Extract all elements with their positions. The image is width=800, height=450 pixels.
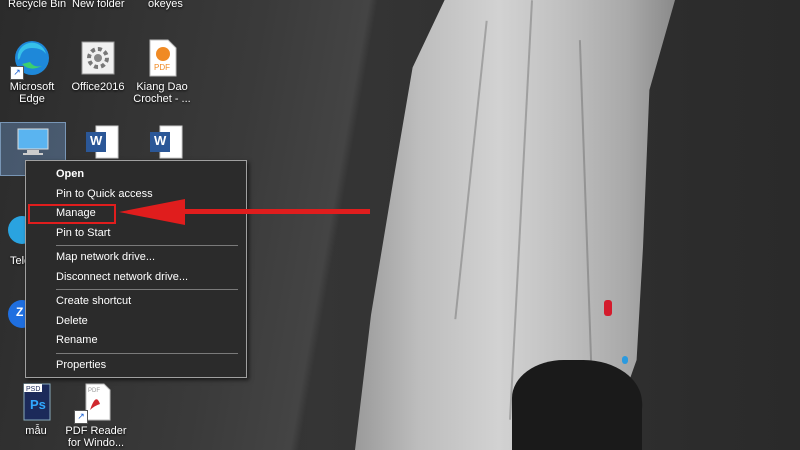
new-folder-label[interactable]: New folder bbox=[72, 0, 125, 10]
recycle-bin-label[interactable]: Recycle Bin bbox=[8, 0, 66, 10]
shortcut-arrow-icon: ↗ bbox=[10, 66, 24, 80]
word-glyph: W bbox=[154, 133, 167, 148]
menu-separator bbox=[56, 352, 238, 354]
desktop-icon-edge[interactable]: ↗ Microsoft Edge bbox=[0, 38, 64, 105]
menu-separator bbox=[56, 245, 238, 246]
pdf-reader-badge: PDF bbox=[88, 388, 100, 394]
icon-label: Kiang Dao Crochet - ... bbox=[133, 81, 191, 105]
menu-item-disconnect-network-drive[interactable]: Disconnect network drive... bbox=[26, 268, 246, 288]
menu-item-map-network-drive[interactable]: Map network drive... bbox=[26, 248, 246, 268]
gear-icon bbox=[78, 38, 118, 78]
word-document-icon: W bbox=[82, 122, 122, 162]
menu-item-create-shortcut[interactable]: Create shortcut bbox=[26, 292, 246, 312]
desktop-icon-psd[interactable]: PSD Ps mẫu bbox=[4, 382, 68, 437]
pdf-file-icon: PDF bbox=[142, 38, 182, 78]
zalo-glyph: Z bbox=[16, 305, 24, 319]
menu-item-rename[interactable]: Rename bbox=[26, 331, 246, 351]
climber-blue bbox=[622, 356, 628, 364]
icon-label: Microsoft Edge bbox=[9, 81, 55, 105]
computer-icon bbox=[13, 123, 53, 163]
menu-item-delete[interactable]: Delete bbox=[26, 312, 246, 332]
menu-item-manage[interactable]: Manage bbox=[28, 204, 116, 224]
desktop-icon-word-2[interactable]: W bbox=[134, 122, 198, 165]
edge-icon: ↗ bbox=[10, 38, 52, 80]
shortcut-arrow-icon: ↗ bbox=[74, 410, 88, 424]
desktop-icon-office[interactable]: Office2016 bbox=[66, 38, 130, 93]
photoshop-icon: PSD Ps bbox=[16, 382, 56, 422]
pdf-reader-icon: PDF ↗ bbox=[74, 382, 116, 424]
menu-item-properties[interactable]: Properties bbox=[26, 356, 246, 376]
icon-label: mẫu bbox=[25, 425, 47, 437]
psd-label: PSD bbox=[26, 386, 41, 393]
menu-separator bbox=[56, 289, 238, 290]
word-glyph: W bbox=[90, 133, 103, 148]
rock-outcrop bbox=[512, 360, 642, 450]
desktop-icon-word-1[interactable]: W bbox=[70, 122, 134, 165]
context-menu: Open Pin to Quick access Manage Pin to S… bbox=[25, 160, 247, 378]
menu-item-open[interactable]: Open bbox=[26, 165, 246, 185]
desktop-icon-pdf-reader[interactable]: PDF ↗ PDF Reader for Windo... bbox=[64, 382, 128, 449]
desktop-icon-pdf[interactable]: PDF Kiang Dao Crochet - ... bbox=[130, 38, 194, 105]
word-document-icon: W bbox=[146, 122, 186, 162]
pdf-badge: PDF bbox=[154, 63, 170, 72]
okeyes-label[interactable]: okeyes bbox=[148, 0, 183, 10]
icon-label: PDF Reader for Windo... bbox=[65, 425, 127, 449]
ps-glyph: Ps bbox=[30, 397, 46, 412]
icon-label: Office2016 bbox=[71, 81, 125, 93]
climber-red bbox=[604, 300, 612, 316]
annotation-arrow-icon bbox=[119, 199, 370, 225]
